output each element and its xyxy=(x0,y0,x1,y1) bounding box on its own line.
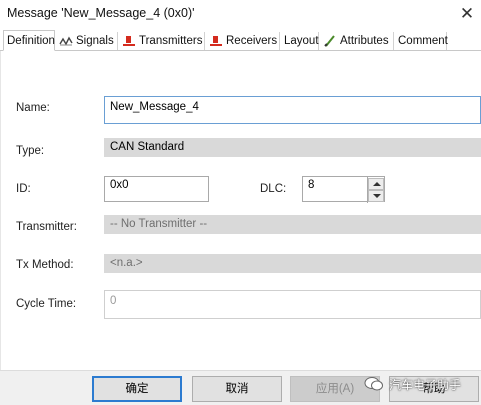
signals-icon xyxy=(59,35,73,47)
transmitter-label: Transmitter: xyxy=(16,221,77,233)
tab-attributes[interactable]: Attributes xyxy=(320,32,394,50)
id-field[interactable]: 0x0 xyxy=(104,176,209,202)
txmethod-label: Tx Method: xyxy=(16,259,74,271)
arrow-up-icon xyxy=(373,182,381,186)
receiver-icon xyxy=(209,35,223,47)
title-bar: Message 'New_Message_4 (0x0)' ✕ xyxy=(0,0,481,30)
dlc-label: DLC: xyxy=(260,183,287,195)
tab-transmitters-label: Transmitters xyxy=(139,35,203,47)
tab-attributes-label: Attributes xyxy=(340,35,389,47)
type-field[interactable]: CAN Standard xyxy=(104,138,481,157)
txmethod-field[interactable]: <n.a.> xyxy=(104,254,481,273)
window-title: Message 'New_Message_4 (0x0)' xyxy=(7,6,195,20)
transmitter-icon xyxy=(122,35,136,47)
tab-comment[interactable]: Comment xyxy=(395,32,448,50)
cancel-button[interactable]: 取消 xyxy=(192,376,282,402)
name-field[interactable]: New_Message_4 xyxy=(104,96,481,124)
type-label: Type: xyxy=(16,145,45,157)
watermark: 汽车电子助手 xyxy=(364,373,461,395)
dlc-increment-button[interactable] xyxy=(368,178,384,190)
ok-button[interactable]: 确定 xyxy=(92,376,182,402)
dlc-stepper[interactable] xyxy=(367,177,384,203)
cycletime-field[interactable]: 0 xyxy=(104,290,481,319)
cycletime-label: Cycle Time: xyxy=(16,298,77,310)
tab-signals-label: Signals xyxy=(76,35,114,47)
wechat-logo-icon xyxy=(364,376,384,392)
watermark-text: 汽车电子助手 xyxy=(389,377,462,392)
name-label: Name: xyxy=(16,102,50,114)
tab-comment-label: Comment xyxy=(398,35,448,47)
id-label: ID: xyxy=(16,183,31,195)
tab-receivers[interactable]: Receivers xyxy=(206,32,280,50)
arrow-down-icon xyxy=(373,194,381,198)
tab-receivers-label: Receivers xyxy=(226,35,278,47)
tab-definition-label: Definition xyxy=(7,34,55,47)
tab-definition[interactable]: Definition xyxy=(3,30,55,51)
transmitter-field[interactable]: -- No Transmitter -- xyxy=(104,215,481,234)
close-icon[interactable]: ✕ xyxy=(456,3,478,25)
tab-transmitters[interactable]: Transmitters xyxy=(119,32,205,50)
tab-layout-label: Layout xyxy=(284,35,319,47)
tab-signals[interactable]: Signals xyxy=(56,32,118,50)
attributes-icon xyxy=(323,35,337,47)
tab-layout[interactable]: Layout xyxy=(281,32,319,50)
dlc-decrement-button[interactable] xyxy=(368,190,384,202)
